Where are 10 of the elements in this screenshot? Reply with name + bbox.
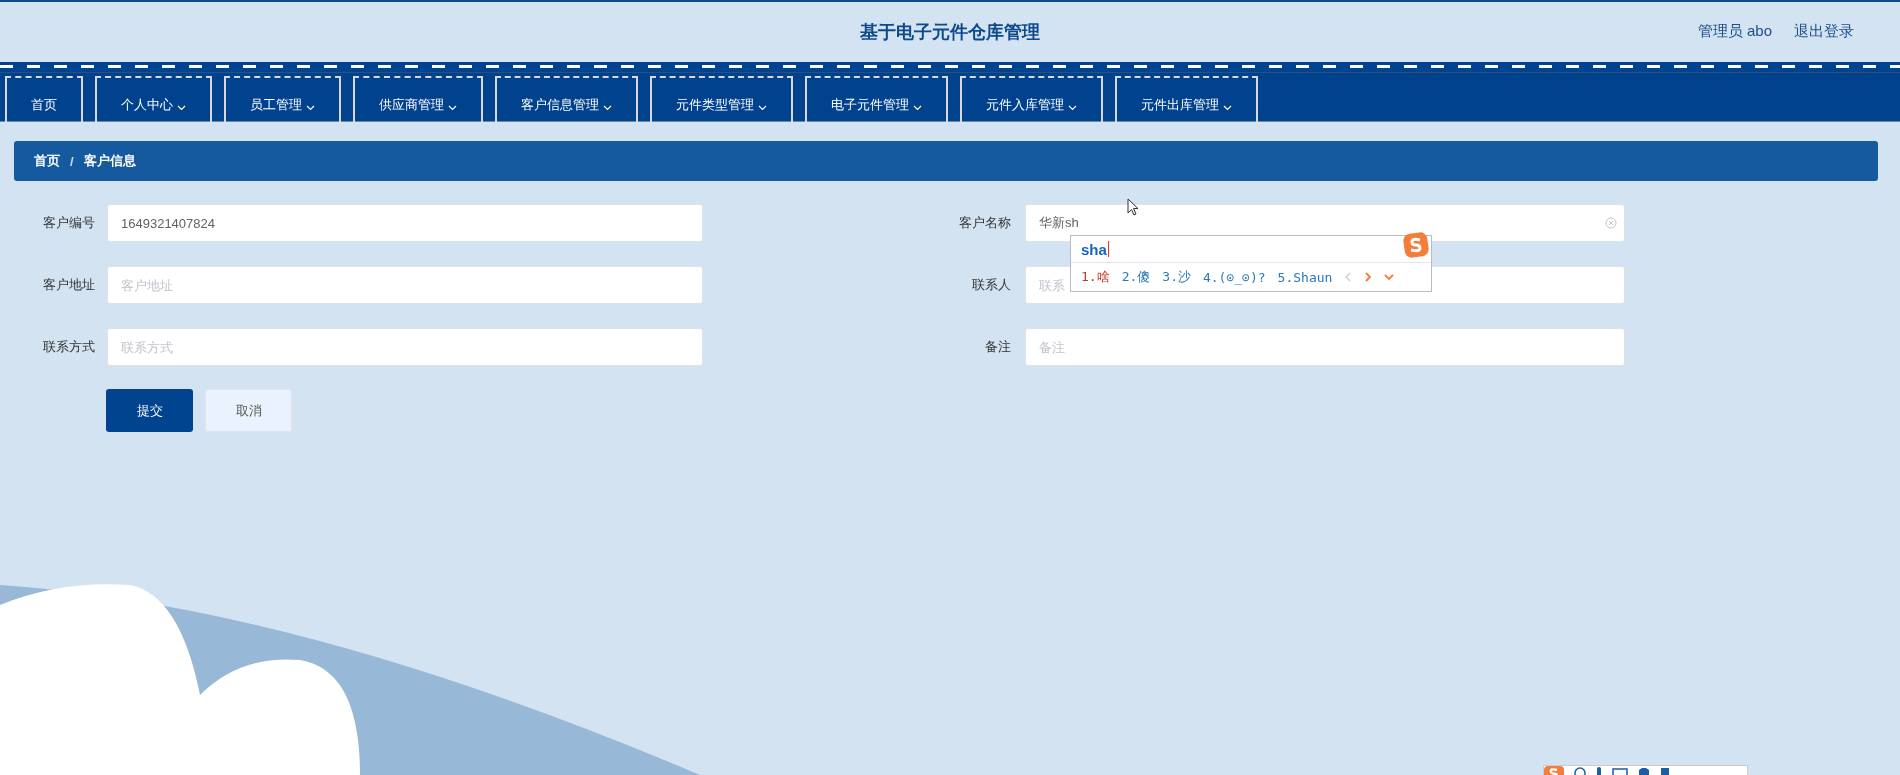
ime-composition: sha [1081,240,1107,258]
field-label: 客户名称 [958,214,1011,232]
field-label: 客户地址 [42,276,95,294]
user-name: 管理员 abo [1697,22,1772,41]
field-label: 客户编号 [42,214,95,232]
field-label: 联系方式 [42,338,95,356]
breadcrumb-separator: / [70,153,74,169]
field-label: 联系人 [971,276,1011,294]
field-label: 备注 [984,338,1011,356]
site-title: 基于电子元件仓库管理 [860,21,1040,44]
